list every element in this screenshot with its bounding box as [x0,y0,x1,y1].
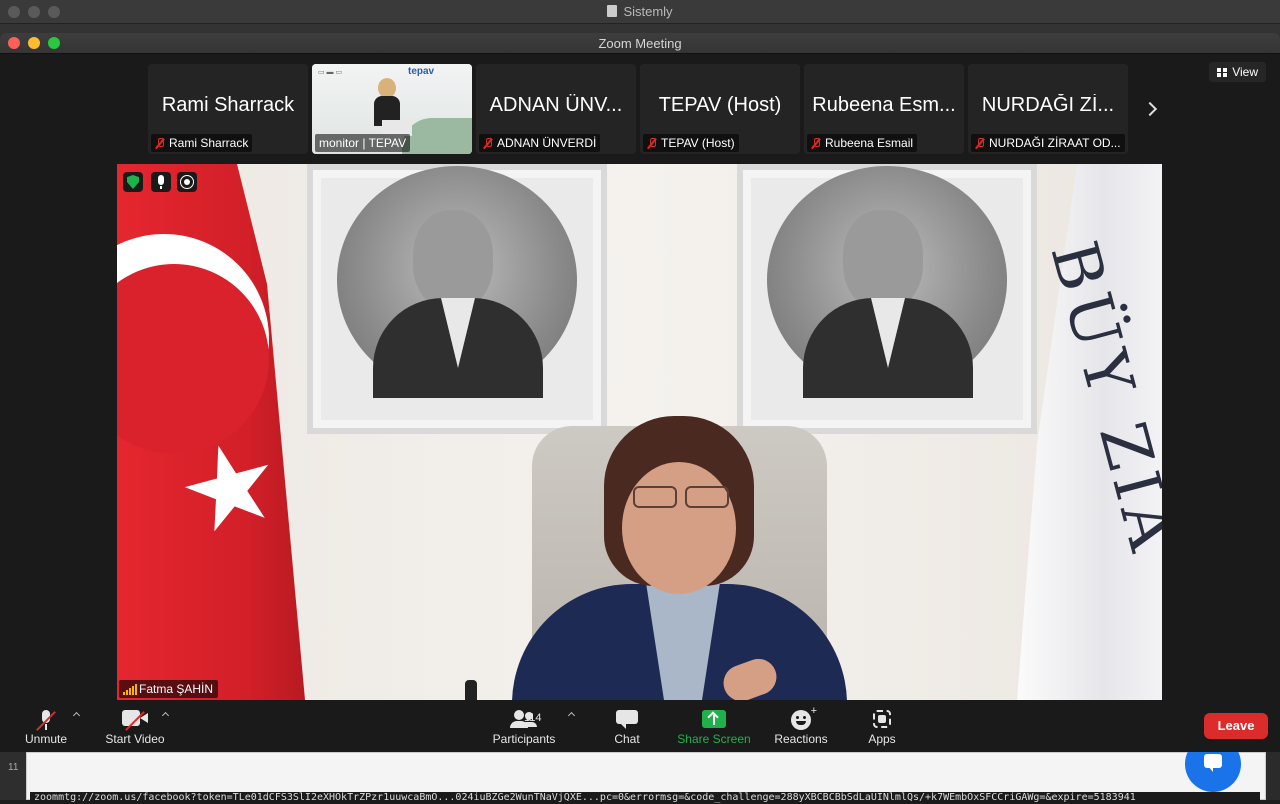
muted-mic-icon [811,138,821,148]
recording-icon[interactable] [177,172,197,192]
zoom-titlebar: Zoom Meeting [0,33,1280,54]
signal-strength-icon [123,684,137,695]
participant-tile[interactable]: TEPAV (Host) TEPAV (Host) [640,64,800,154]
participant-name-label: ADNAN ÜNVERDİ [479,134,601,152]
muted-mic-icon [975,138,985,148]
participant-tile[interactable]: ADNAN ÜNV... ADNAN ÜNVERDİ [476,64,636,154]
meeting-controls-bar: Unmute Start Video 114 Participants Chat… [0,700,1280,752]
participant-count: 114 [524,712,542,724]
zoom-window-title: Zoom Meeting [598,36,682,51]
grid-view-icon [1217,68,1228,77]
participant-display-name: ADNAN ÜNV... [489,94,623,116]
participant-video-tile[interactable]: ▭ ▬ ▭ tepav monitor | TEPAV [312,64,472,154]
portrait-frame-right [737,164,1037,434]
participant-name-label: TEPAV (Host) [643,134,739,152]
reactions-button[interactable]: + Reactions [770,704,832,750]
zoom-close-button[interactable] [8,37,20,49]
active-speaker-video[interactable]: BÜY ZİA Fatma ŞAHİN [117,164,1162,700]
participant-display-name: NURDAĞI Zİ... [981,94,1115,116]
apps-button[interactable]: Apps [860,704,904,750]
speaker-face [622,462,736,594]
audio-mic-icon[interactable] [151,172,171,192]
sponsor-logo: ▭ ▬ ▭ [318,69,343,76]
unmute-button[interactable]: Unmute [16,704,76,750]
active-speaker-label: Fatma ŞAHİN [119,680,219,698]
muted-mic-icon [483,138,493,148]
background-window-title: Sistemly [0,0,1280,24]
leave-button[interactable]: Leave [1204,713,1268,739]
chat-bubble-icon [1204,754,1222,768]
view-button[interactable]: View [1209,62,1266,82]
participant-tile[interactable]: NURDAĞI Zİ... NURDAĞI ZİRAAT OD... [968,64,1128,154]
participant-display-name: Rami Sharrack [161,94,295,116]
participants-options-chevron-icon[interactable] [568,710,576,718]
zoom-meeting-window: Zoom Meeting View Rami Sharrack Rami Sha… [0,33,1280,752]
participant-name-label: Rami Sharrack [151,134,253,152]
speaker-head [378,78,396,98]
url-text[interactable]: zoommtg://zoom.us/facebook?token=TLe01dC… [30,792,1260,804]
apps-icon [873,710,891,728]
next-page-chevron-icon[interactable] [1145,101,1155,117]
background-titlebar: Sistemly [0,0,1280,24]
muted-mic-icon [647,138,657,148]
participants-button[interactable]: 114 Participants [486,704,562,750]
muted-mic-icon [155,138,165,148]
share-screen-button[interactable]: Share Screen [672,704,756,750]
portrait-frame-left [307,164,607,434]
start-video-button[interactable]: Start Video [98,704,172,750]
participant-tile[interactable]: Rami Sharrack Rami Sharrack [148,64,308,154]
participant-display-name: TEPAV (Host) [658,94,782,116]
participant-name-label: Rubeena Esmail [807,134,918,152]
chat-icon [616,710,638,729]
glasses [629,486,729,508]
participant-tile[interactable]: Rubeena Esm... Rubeena Esmail [804,64,964,154]
reactions-smiley-icon: + [791,706,817,730]
tepav-logo: tepav [408,66,435,77]
participant-name-label: monitor | TEPAV [315,134,411,152]
zoom-minimize-button[interactable] [28,37,40,49]
document-icon [607,5,618,17]
desk-microphone [465,680,477,700]
video-options-chevron-icon[interactable] [162,710,170,718]
participant-display-name: Rubeena Esm... [812,94,956,116]
audio-options-chevron-icon[interactable] [73,710,81,718]
share-screen-icon [702,710,726,728]
line-number-gutter: 11 [0,752,26,800]
zoom-fullscreen-button[interactable] [48,37,60,49]
encryption-shield-icon[interactable] [123,172,143,192]
participant-name-label: NURDAĞI ZİRAAT OD... [971,134,1125,152]
chat-button[interactable]: Chat [604,704,650,750]
